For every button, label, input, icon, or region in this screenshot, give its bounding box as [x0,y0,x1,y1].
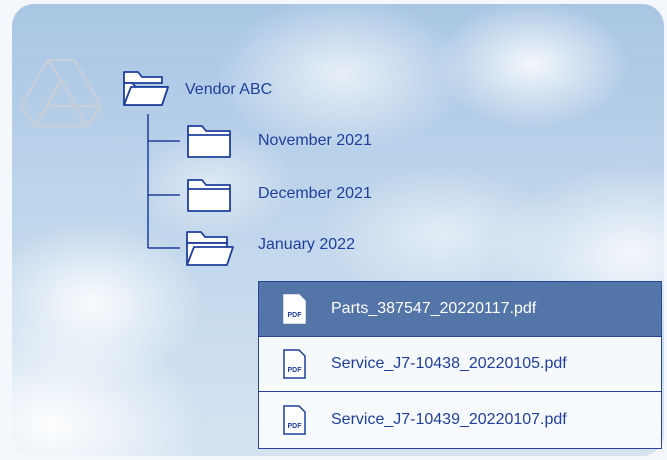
file-name: Parts_387547_20220117.pdf [331,300,537,317]
file-list: PDF Parts_387547_20220117.pdf PDF Servic… [258,281,662,449]
folder-icon[interactable] [186,177,232,213]
file-row-selected[interactable]: PDF Parts_387547_20220117.pdf [259,282,661,337]
folder-open-icon[interactable] [185,228,235,268]
pdf-file-icon: PDF [283,349,306,379]
svg-text:PDF: PDF [288,312,303,319]
folder-label-december-2021[interactable]: December 2021 [258,184,372,204]
pdf-file-icon: PDF [283,404,306,435]
folder-label-january-2022[interactable]: January 2022 [258,235,355,255]
file-name: Service_J7-10439_20220107.pdf [331,410,567,428]
folder-label-vendor-abc[interactable]: Vendor ABC [185,80,272,100]
svg-text:PDF: PDF [288,423,303,430]
file-row[interactable]: PDF Service_J7-10438_20220105.pdf [259,337,661,392]
folder-icon[interactable] [186,123,232,159]
file-name: Service_J7-10438_20220105.pdf [331,355,567,372]
file-row[interactable]: PDF Service_J7-10439_20220107.pdf [259,392,661,447]
pdf-file-icon: PDF [283,294,306,324]
svg-text:PDF: PDF [288,367,303,374]
folder-open-icon[interactable] [122,68,170,108]
folder-label-november-2021[interactable]: November 2021 [258,131,372,151]
